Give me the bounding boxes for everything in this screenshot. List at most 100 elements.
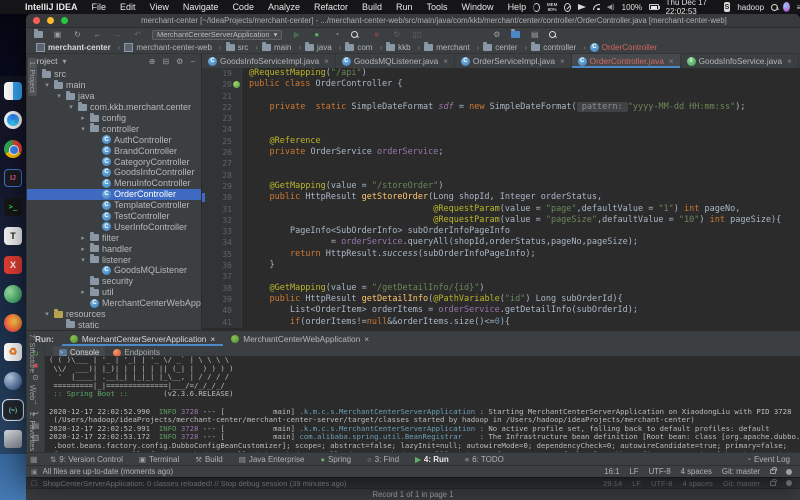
tree-item-listener[interactable]: ▾listener: [27, 254, 201, 265]
indent-widget[interactable]: 4 spaces: [681, 467, 712, 476]
wrench-icon[interactable]: ⚙: [491, 30, 502, 39]
encoding-widget[interactable]: UTF-8: [649, 467, 671, 476]
menu-tools[interactable]: Tools: [420, 2, 455, 12]
breadcrumb-item-merchant-center-web[interactable]: merchant-center-web›: [124, 43, 225, 52]
breadcrumb-item-controller[interactable]: controller›: [531, 43, 590, 52]
collapse-all-icon[interactable]: ⊟: [160, 57, 171, 66]
project-tree[interactable]: ▾src▾main▾java▾com.kkb.merchant.center▸c…: [27, 68, 202, 330]
tree-item-brandcontroller[interactable]: CBrandController: [27, 145, 201, 156]
wifi-icon[interactable]: [593, 4, 600, 10]
editor-tab-goodsinfoserviceimpl-java[interactable]: CGoodsInfoServiceImpl.java×: [202, 54, 336, 68]
tool-stripe-project[interactable]: 1: Project: [28, 58, 37, 96]
antivirus-icon[interactable]: [564, 3, 571, 12]
profiler-icon[interactable]: [351, 31, 362, 38]
safari-dock-icon[interactable]: [4, 111, 22, 129]
toolwindow-spring[interactable]: ●Spring: [312, 455, 359, 464]
caret-position-widget[interactable]: 29:14: [603, 479, 622, 488]
zoom-window-button[interactable]: [61, 17, 68, 24]
cpu-gauge-icon[interactable]: [533, 3, 540, 12]
memory-widget[interactable]: MEM 80%: [547, 2, 558, 12]
expand-arrow-icon[interactable]: ▾: [43, 81, 51, 89]
tree-item-security[interactable]: security: [27, 276, 201, 287]
line-separator-widget[interactable]: LF: [629, 467, 638, 476]
chevron-down-icon[interactable]: ▾: [60, 57, 68, 66]
indent-widget[interactable]: 4 spaces: [682, 479, 712, 488]
git-branch-widget[interactable]: Git: master: [722, 467, 760, 476]
lock-icon[interactable]: [770, 481, 776, 486]
finder-dock-icon[interactable]: [4, 82, 22, 100]
toolwindow-java-enterprise[interactable]: ▤Java Enterprise: [231, 455, 313, 464]
tree-item-goodsmqlistener[interactable]: CGoodsMQListener: [27, 265, 201, 276]
tree-item-testcontroller[interactable]: CTestController: [27, 211, 201, 222]
run-configuration-select[interactable]: MerchantCenterServerApplication ▾: [152, 30, 282, 40]
save-all-icon[interactable]: ▣: [52, 30, 63, 39]
close-icon[interactable]: ×: [669, 57, 674, 66]
menubar-user[interactable]: hadoop: [737, 3, 764, 12]
hector-icon[interactable]: [786, 480, 792, 486]
locate-file-icon[interactable]: ⊕: [147, 57, 158, 66]
breadcrumb-item-java[interactable]: java›: [305, 43, 345, 52]
toolwindow-build[interactable]: ⚒Build: [187, 455, 231, 464]
run-tab-merchantcenterserverapplication[interactable]: MerchantCenterServerApplication×: [62, 331, 223, 346]
terminal-dock-icon[interactable]: >_: [4, 198, 22, 216]
run-tab-merchantcenterwebapplication[interactable]: MerchantCenterWebApplication×: [223, 331, 377, 346]
volume-icon[interactable]: ◀): [607, 3, 615, 11]
toolwindow-terminal[interactable]: ▣Terminal: [131, 455, 187, 464]
firefox-dock-icon[interactable]: [4, 314, 22, 332]
expand-arrow-icon[interactable]: ▾: [67, 103, 75, 111]
breadcrumb-item-kkb[interactable]: kkb›: [386, 43, 424, 52]
toolwindow-4-run[interactable]: ▶4: Run: [407, 455, 457, 464]
sync-icon[interactable]: ↻: [72, 30, 83, 39]
expand-arrow-icon[interactable]: ▸: [79, 245, 87, 253]
chrome-dock-icon[interactable]: [4, 140, 22, 158]
breadcrumb-item-main[interactable]: main›: [262, 43, 305, 52]
close-icon[interactable]: ×: [787, 57, 792, 66]
expand-arrow-icon[interactable]: ▾: [79, 125, 87, 133]
window-titlebar[interactable]: merchant-center [~/IdeaProjects/merchant…: [26, 14, 800, 28]
menu-code[interactable]: Code: [225, 2, 261, 12]
tree-item-merchantcenterwebapplication[interactable]: CMerchantCenterWebApplication: [27, 298, 201, 309]
menu-analyze[interactable]: Analyze: [261, 2, 307, 12]
tool-stripe-2-favorites[interactable]: 2: Favorites: [28, 412, 37, 451]
breadcrumb-item-ordercontroller[interactable]: COrderController: [590, 43, 657, 52]
close-icon[interactable]: ×: [560, 57, 565, 66]
menu-help[interactable]: Help: [501, 2, 534, 12]
input-source-icon[interactable]: S: [724, 2, 731, 12]
close-icon[interactable]: ×: [210, 334, 215, 344]
run-icon[interactable]: ▶: [291, 30, 302, 39]
code-editor[interactable]: 19@RequestMapping("/api")20public class …: [202, 68, 800, 330]
git-branch-widget[interactable]: Git: master: [723, 479, 760, 488]
active-dock-icon[interactable]: (⌁): [4, 401, 22, 419]
tree-item-menuinfocontroller[interactable]: CMenuInfoController: [27, 178, 201, 189]
menu-build[interactable]: Build: [355, 2, 389, 12]
debug-icon[interactable]: ●: [311, 30, 322, 39]
back-icon[interactable]: ←: [92, 30, 103, 39]
toolwindow-9-version-control[interactable]: ⇅9: Version Control: [42, 455, 131, 464]
hector-icon[interactable]: [786, 469, 792, 475]
breadcrumb-item-center[interactable]: center›: [483, 43, 531, 52]
tool-window-switcher-icon[interactable]: ▦: [30, 455, 42, 464]
settings-gear-icon[interactable]: ⚙: [174, 57, 185, 66]
battery-icon[interactable]: [649, 4, 659, 10]
expand-arrow-icon[interactable]: ▸: [79, 234, 87, 242]
location-icon[interactable]: [578, 4, 586, 10]
line-separator-widget[interactable]: LF: [632, 479, 641, 488]
tree-item-authcontroller[interactable]: CAuthController: [27, 134, 201, 145]
menu-intellij-idea[interactable]: IntelliJ IDEA: [18, 2, 85, 12]
idea-dock-icon[interactable]: IJ: [4, 169, 22, 187]
menu-run[interactable]: Run: [389, 2, 420, 12]
spring-bean-gutter-icon[interactable]: [233, 81, 240, 88]
tree-item-goodsinfocontroller[interactable]: CGoodsInfoController: [27, 167, 201, 178]
close-icon[interactable]: ×: [324, 57, 329, 66]
hide-panel-icon[interactable]: −: [188, 57, 197, 66]
tree-item-userinfocontroller[interactable]: CUserInfoController: [27, 221, 201, 232]
spotlight-icon[interactable]: [771, 4, 776, 11]
tree-item-controller[interactable]: ▾controller: [27, 123, 201, 134]
tree-item-static[interactable]: static: [27, 319, 201, 330]
forward-icon[interactable]: →: [112, 30, 123, 39]
tree-item-config[interactable]: ▸config: [27, 113, 201, 124]
editor-tab-orderserviceimpl-java[interactable]: COrderServiceImpl.java×: [455, 54, 572, 68]
menu-view[interactable]: View: [143, 2, 176, 12]
tree-item-java[interactable]: ▾java: [27, 91, 201, 102]
editor-tab-goodsmqlistener-java[interactable]: CGoodsMQListener.java×: [336, 54, 455, 68]
